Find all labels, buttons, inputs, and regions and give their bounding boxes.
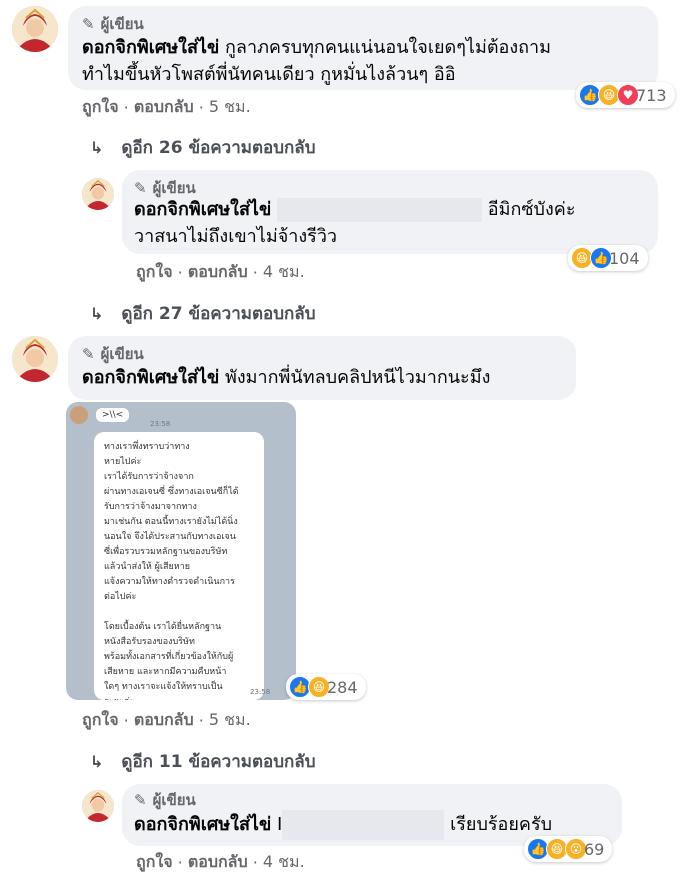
reply-arrow-icon: ↳ [90,304,104,323]
avatar[interactable] [82,178,114,210]
chat-line: หนังสือรับรองของบริษัท [104,637,195,647]
reaction-summary[interactable]: 👍 😆 ♥ 713 [576,82,675,108]
reaction-summary[interactable]: 👍 😆 😮 69 [524,836,613,862]
comment-bubble: ✎ ผู้เขียน ดอกจิกพิเศษใส่ไข่ อีมิกซ์บังค… [122,170,658,254]
redacted-mention [277,198,483,222]
reply-button[interactable]: ตอบกลับ [134,708,194,733]
comment-text: ดอกจิกพิเศษใส่ไข่ กูลาภครบทุกคนแน่นอนใจเ… [82,37,551,85]
commenter-name[interactable]: ดอกจิกพิเศษใส่ไข่ [82,367,219,388]
timestamp[interactable]: 5 ชม. [209,95,251,120]
comment-bubble: ✎ ผู้เขียน ดอกจิกพิเศษใส่ไข่ กูลาภครบทุก… [68,6,658,90]
reaction-count: 284 [327,677,358,697]
comment-actions: ถูกใจ · ตอบกลับ · 5 ชม. [82,708,251,733]
commenter-name[interactable]: ดอกจิกพิเศษใส่ไข่ [134,199,271,220]
reply-button[interactable]: ตอบกลับ [188,260,248,285]
timestamp[interactable]: 5 ชม. [209,708,251,733]
comment-actions: ถูกใจ · ตอบกลับ · 4 ชม. [136,850,305,875]
reply-button[interactable]: ตอบกลับ [134,95,194,120]
pencil-icon: ✎ [82,15,95,33]
view-more-replies[interactable]: ↳ ดูอีก 11 ข้อความตอบกลับ [90,748,316,775]
chat-sticker-bubble: >\\< [96,408,130,422]
attached-image[interactable]: >\\< 23:58 ทางเราพึ่งทราบว่าทางหายไปค่ะเ… [66,402,296,700]
chat-line: เสียหาย และหากมีความคืบหน้า [104,667,227,677]
reaction-count: 713 [636,85,667,105]
chat-line: แล้วนำส่งให้ ผู้เสียหาย [104,562,191,572]
like-button[interactable]: ถูกใจ [136,260,173,285]
chat-line: แจ้งความให้ทางตำรวจดำเนินการ [104,577,235,587]
reply-button[interactable]: ตอบกลับ [188,850,248,875]
chat-line: หายไปค่ะ [104,457,142,467]
chat-avatar [70,406,88,424]
author-badge: ✎ ผู้เขียน [82,345,144,363]
chat-line: ระยะค่ะ [104,695,254,700]
commenter-name[interactable]: ดอกจิกพิเศษใส่ไข่ [134,814,271,835]
commenter-name[interactable]: ดอกจิกพิเศษใส่ไข่ [82,37,219,58]
comment-text: ดอกจิกพิเศษใส่ไข่ อีมิกซ์บังค่ะ วาสนาไม่… [134,198,576,247]
view-more-replies[interactable]: ↳ ดูอีก 27 ข้อความตอบกลับ [90,300,316,327]
author-badge: ✎ ผู้เขียน [82,15,144,33]
comment-actions: ถูกใจ · ตอบกลับ · 4 ชม. [136,260,305,285]
chat-line: พร้อมทั้งเอกสารที่เกี่ยวข้องให้กับผู้ [104,652,234,662]
chat-line: ทางเราพึ่งทราบว่าทาง [104,442,190,452]
chat-line: เราได้รับการว่าจ้างจาก [104,472,194,482]
chat-line: มาเช่นกัน ตอนนี้ทางเรายังไม่ได้นิ่ง [104,517,238,527]
chat-line: นอนใจ จึงได้ประสานกับทางเอเจน [104,532,236,542]
chat-line [104,605,254,620]
author-badge: ✎ ผู้เขียน [134,791,196,809]
chat-line: ใดๆ ทางเราจะแจ้งให้ทราบเป็น [104,682,223,692]
reaction-count: 104 [609,248,640,268]
chat-time: 23:58 [250,688,271,696]
view-more-replies[interactable]: ↳ ดูอีก 26 ข้อความตอบกลับ [90,134,316,161]
like-button[interactable]: ถูกใจ [136,850,173,875]
chat-line: ซี่เพื่อรวบรวมหลักฐานของบริษัท [104,547,228,557]
comment-actions: ถูกใจ · ตอบกลับ · 5 ชม. [82,95,251,120]
pencil-icon: ✎ [134,791,147,809]
chat-line: โดยเบื้องต้น เราได้ยื่นหลักฐาน [104,622,222,632]
timestamp[interactable]: 4 ชม. [263,260,305,285]
reply-arrow-icon: ↳ [90,138,104,157]
avatar[interactable] [12,6,58,52]
avatar[interactable] [82,790,114,822]
chat-message: ทางเราพึ่งทราบว่าทางหายไปค่ะเราได้รับการ… [94,432,264,700]
pencil-icon: ✎ [82,345,95,363]
like-button[interactable]: ถูกใจ [82,708,119,733]
reply-arrow-icon: ↳ [90,752,104,771]
redacted-mention [282,810,445,840]
chat-line: ผ่านทางเอเจนซี่ ซึ่งทางเอเจนซีก็ได้ [104,487,239,497]
pencil-icon: ✎ [134,179,147,197]
comment-text: ดอกจิกพิเศษใส่ไข่ พังมากพี่นัทลบคลิปหนีไ… [82,367,491,388]
chat-line: ต่อไปค่ะ [104,592,137,602]
reaction-summary[interactable]: 👍 😆 284 [286,674,366,700]
like-button[interactable]: ถูกใจ [82,95,119,120]
timestamp[interactable]: 4 ชม. [263,850,305,875]
comment-bubble: ✎ ผู้เขียน ดอกจิกพิเศษใส่ไข่ พังมากพี่นั… [68,336,576,400]
avatar[interactable] [12,336,58,382]
chat-time: 23:58 [150,420,171,428]
reaction-count: 69 [584,839,605,859]
reaction-summary[interactable]: 😆 👍 104 [568,245,648,271]
chat-line: รับการว่าจ้างมาจากทาง [104,502,197,512]
